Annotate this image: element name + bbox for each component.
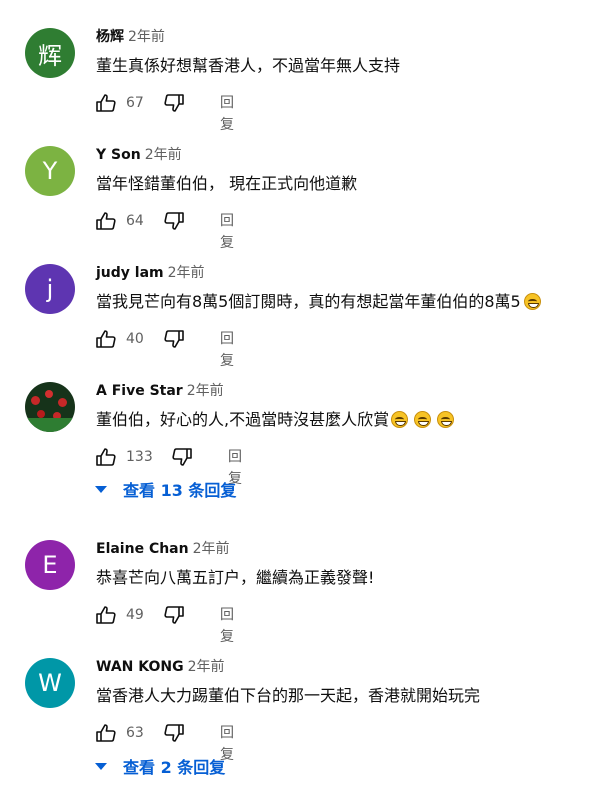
thumb-down-icon[interactable] [164,606,184,624]
thumb-up-icon[interactable] [96,212,116,230]
reply-button[interactable]: 回复 [220,604,234,648]
avatar-photo-detail [37,410,45,418]
comment-text-line: 當我見芒向有8萬5個訂閱時，真的有想起當年董伯伯的8萬5 [96,291,541,313]
like-count: 67 [126,95,144,111]
avatar-letter: E [42,551,58,579]
thumb-up-icon[interactable] [96,448,116,466]
like-count: 133 [126,449,153,465]
comment-item: E Elaine Chan 2年前 恭喜芒向八萬五訂户，繼續為正義發聲! 49 回… [0,540,593,650]
author-name[interactable]: A Five Star [96,383,183,399]
avatar-photo-detail [58,398,67,407]
comment-item: A Five Star 2年前 董伯伯，好心的人,不過當時沒甚麼人欣賞 133 回… [0,382,593,512]
comment-item: Y Y Son 2年前 當年怪錯董伯伯， 現在正式向他道歉 64 回复 [0,146,593,256]
comment-item: W WAN KONG 2年前 當香港人大力踢董伯下台的那一天起，香港就開始玩完 6… [0,658,593,788]
comment-text: 董伯伯，好心的人,不過當時沒甚麼人欣賞 [96,410,390,429]
avatar[interactable] [25,382,75,432]
thumb-up-icon[interactable] [96,94,116,112]
like-count: 64 [126,213,144,229]
avatar-photo-detail [25,418,75,432]
avatar[interactable]: 辉 [25,28,75,78]
grinning-sweat-emoji [391,411,409,428]
like-count: 49 [126,607,144,623]
author-name[interactable]: WAN KONG [96,659,184,675]
author-name[interactable]: Elaine Chan [96,541,189,557]
avatar-letter: 辉 [38,41,62,70]
comment-text: 當香港人大力踢董伯下台的那一天起，香港就開始玩完 [96,686,481,705]
avatar[interactable]: W [25,658,75,708]
comment-time[interactable]: 2年前 [145,147,182,163]
avatar-letter: j [46,275,54,303]
view-replies-label: 查看 13 条回复 [123,481,237,500]
comment-item: j judy lam 2年前 當我見芒向有8萬5個訂閱時，真的有想起當年董伯伯的8… [0,264,593,374]
comment-text-line: 董伯伯，好心的人,不過當時沒甚麼人欣賞 [96,409,455,431]
thumb-down-icon[interactable] [164,94,184,112]
avatar[interactable]: E [25,540,75,590]
comment-time[interactable]: 2年前 [193,541,230,557]
grinning-sweat-emoji [414,411,432,428]
view-replies-label: 查看 2 条回复 [123,758,226,777]
grinning-sweat-emoji [437,411,455,428]
view-replies-button[interactable]: 查看 13 条回复 [95,481,236,501]
comment-header: Elaine Chan 2年前 [96,540,230,558]
comment-header: A Five Star 2年前 [96,382,224,400]
author-name[interactable]: Y Son [96,147,141,163]
comment-item: 辉 杨辉 2年前 董生真係好想幫香港人，不過當年無人支持 67 回复 [0,28,593,138]
view-replies-button[interactable]: 查看 2 条回复 [95,758,225,778]
author-name[interactable]: judy lam [96,265,164,281]
thumb-down-icon[interactable] [164,724,184,742]
reply-button[interactable]: 回复 [220,210,234,254]
reply-button[interactable]: 回复 [220,328,234,372]
comment-time[interactable]: 2年前 [187,383,224,399]
comment-time[interactable]: 2年前 [128,29,165,45]
avatar-letter: Y [42,157,58,185]
caret-down-icon [95,486,107,493]
avatar[interactable]: Y [25,146,75,196]
thumb-down-icon[interactable] [172,448,192,466]
comment-time[interactable]: 2年前 [168,265,205,281]
avatar[interactable]: j [25,264,75,314]
grinning-sweat-emoji [523,293,541,310]
comment-header: judy lam 2年前 [96,264,205,282]
reply-button[interactable]: 回复 [220,92,234,136]
comment-header: 杨辉 2年前 [96,28,165,46]
thumb-up-icon[interactable] [96,330,116,348]
comment-text: 恭喜芒向八萬五訂户，繼續為正義發聲! [96,568,375,587]
comment-text: 當我見芒向有8萬5個訂閱時，真的有想起當年董伯伯的8萬5 [96,292,521,311]
thumb-up-icon[interactable] [96,724,116,742]
like-count: 40 [126,331,144,347]
avatar-photo-detail [31,396,40,405]
comment-header: Y Son 2年前 [96,146,182,164]
author-name[interactable]: 杨辉 [96,29,124,45]
comment-time[interactable]: 2年前 [188,659,225,675]
comment-header: WAN KONG 2年前 [96,658,225,676]
comment-text: 董生真係好想幫香港人，不過當年無人支持 [96,56,401,75]
comment-text: 當年怪錯董伯伯， 現在正式向他道歉 [96,174,358,193]
thumb-down-icon[interactable] [164,330,184,348]
avatar-letter: W [38,669,62,697]
avatar-photo-detail [45,390,53,398]
thumb-down-icon[interactable] [164,212,184,230]
caret-down-icon [95,763,107,770]
thumb-up-icon[interactable] [96,606,116,624]
comments-list: 辉 杨辉 2年前 董生真係好想幫香港人，不過當年無人支持 67 回复 Y Y So… [0,0,593,797]
like-count: 63 [126,725,144,741]
